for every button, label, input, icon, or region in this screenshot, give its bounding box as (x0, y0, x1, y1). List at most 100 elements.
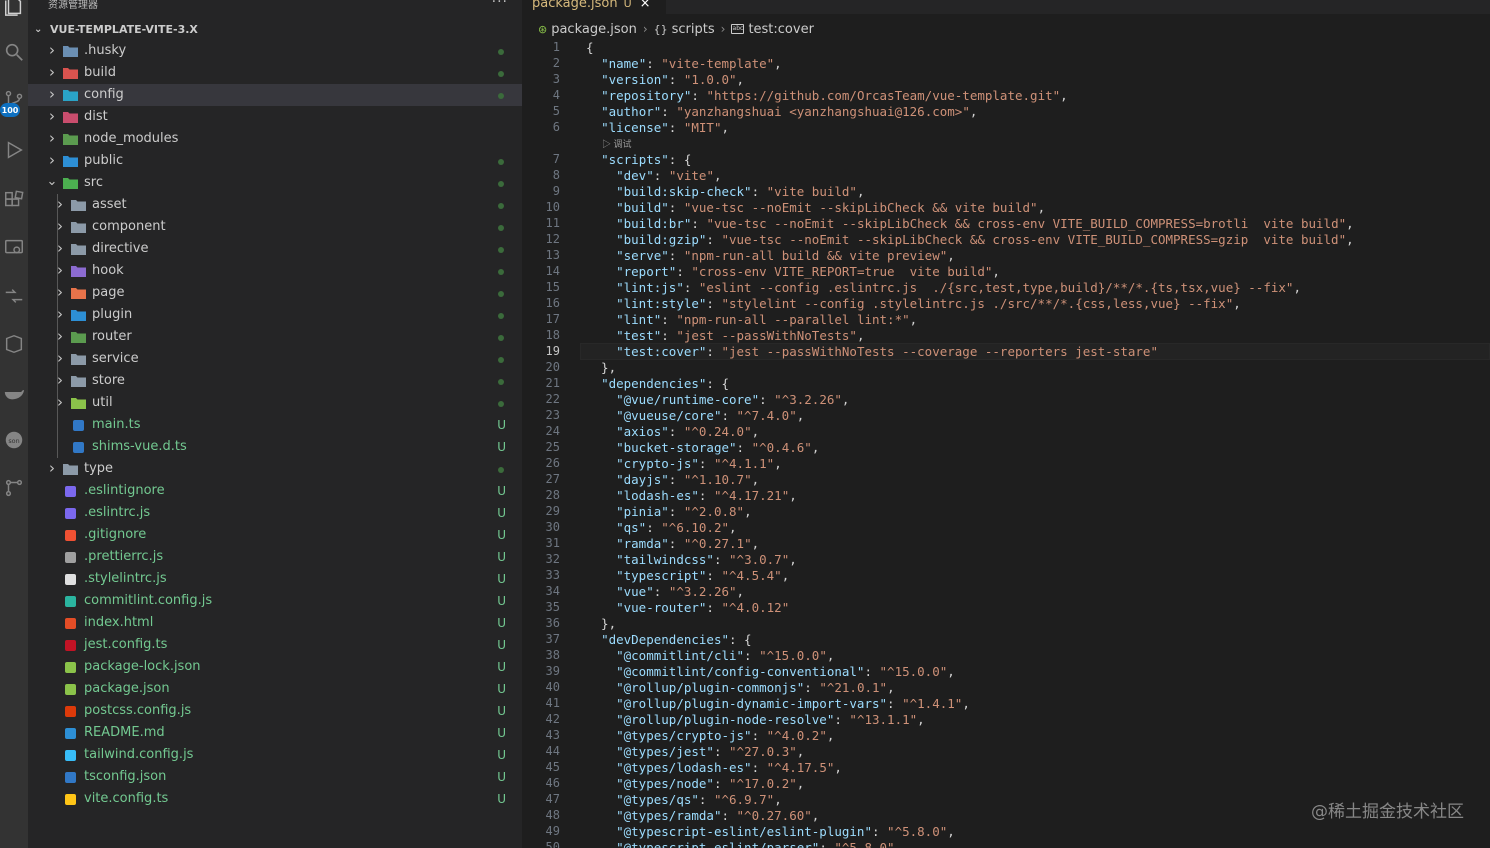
search-icon[interactable] (0, 32, 28, 72)
chevron-right-icon[interactable]: › (54, 329, 66, 344)
chevron-down-icon[interactable]: ⌄ (46, 175, 58, 189)
code-line[interactable]: "@vueuse/core": "^7.4.0", (586, 408, 804, 424)
folder-item[interactable]: › build (28, 62, 522, 84)
extensions-icon[interactable] (0, 180, 28, 220)
folder-item[interactable]: › asset (28, 194, 522, 216)
code-line[interactable]: "build:skip-check": "vite build", (586, 184, 864, 200)
code-line[interactable]: "vue": "^3.2.26", (586, 584, 744, 600)
code-line[interactable]: "lint:js": "eslint --config .eslintrc.js… (586, 280, 1301, 296)
file-item[interactable]: shims-vue.d.ts U (28, 436, 522, 458)
chevron-right-icon[interactable]: › (46, 43, 58, 58)
file-item[interactable]: .gitignore U (28, 524, 522, 546)
folder-item[interactable]: › store (28, 370, 522, 392)
code-line[interactable]: "version": "1.0.0", (586, 72, 744, 88)
chevron-right-icon[interactable]: › (46, 109, 58, 124)
folder-item[interactable]: › hook (28, 260, 522, 282)
file-item[interactable]: index.html U (28, 612, 522, 634)
code-line[interactable]: "author": "yanzhangshuai <yanzhangshuai@… (586, 104, 977, 120)
folder-item[interactable]: › node_modules (28, 128, 522, 150)
code-line[interactable]: }, (586, 360, 616, 376)
folder-item[interactable]: › dist (28, 106, 522, 128)
chevron-right-icon[interactable]: › (46, 461, 58, 476)
explorer-icon[interactable] (0, 0, 28, 26)
code-line[interactable]: "test:cover": "jest --passWithNoTests --… (586, 344, 1158, 360)
code-line[interactable]: "build": "vue-tsc --noEmit --skipLibChec… (586, 200, 1045, 216)
code-line[interactable]: "test": "jest --passWithNoTests", (586, 328, 864, 344)
file-item[interactable]: package-lock.json U (28, 656, 522, 678)
workspace-section-title[interactable]: ⌄ VUE-TEMPLATE-VITE-3.X (28, 18, 522, 40)
code-line[interactable]: "serve": "npm-run-all build && vite prev… (586, 248, 955, 264)
code-line[interactable]: "dayjs": "^1.10.7", (586, 472, 759, 488)
code-line[interactable]: "@typescript-eslint/parser": "^5.8.0", (586, 840, 902, 848)
file-item[interactable]: .stylelintrc.js U (28, 568, 522, 590)
json-icon[interactable]: son (0, 420, 28, 460)
folder-item[interactable]: › service (28, 348, 522, 370)
code-line[interactable]: "@vue/runtime-core": "^3.2.26", (586, 392, 849, 408)
code-line[interactable]: "@typescript-eslint/eslint-plugin": "^5.… (586, 824, 955, 840)
breadcrumb-file[interactable]: package.json (551, 22, 637, 37)
code-line[interactable]: "tailwindcss": "^3.0.7", (586, 552, 797, 568)
code-line[interactable]: }, (586, 616, 616, 632)
code-line[interactable]: "pinia": "^2.0.8", (586, 504, 752, 520)
git-graph-icon[interactable] (0, 468, 28, 508)
file-item[interactable]: jest.config.ts U (28, 634, 522, 656)
folder-item[interactable]: › config (28, 84, 522, 106)
chevron-right-icon[interactable]: › (46, 131, 58, 146)
code-line[interactable]: "bucket-storage": "^0.4.6", (586, 440, 819, 456)
code-line[interactable]: "@types/node": "^17.0.2", (586, 776, 804, 792)
folder-item[interactable]: › component (28, 216, 522, 238)
code-line[interactable]: "typescript": "^4.5.4", (586, 568, 789, 584)
live-share-icon[interactable] (0, 276, 28, 316)
file-item[interactable]: .prettierrc.js U (28, 546, 522, 568)
code-line[interactable]: "dev": "vite", (586, 168, 721, 184)
breadcrumb-scripts[interactable]: scripts (672, 22, 715, 37)
folder-item[interactable]: › router (28, 326, 522, 348)
more-actions-icon[interactable]: ··· (492, 0, 508, 10)
code-line[interactable]: "@types/lodash-es": "^4.17.5", (586, 760, 842, 776)
chevron-right-icon[interactable]: › (54, 395, 66, 410)
code-line[interactable]: "build:gzip": "vue-tsc --noEmit --skipLi… (586, 232, 1354, 248)
folder-item[interactable]: › type (28, 458, 522, 480)
file-item[interactable]: .eslintrc.js U (28, 502, 522, 524)
file-item[interactable]: tailwind.config.js U (28, 744, 522, 766)
code-line[interactable]: "scripts": { (586, 152, 691, 168)
folder-item[interactable]: › page (28, 282, 522, 304)
chevron-right-icon[interactable]: › (46, 87, 58, 102)
code-line[interactable]: "ramda": "^0.27.1", (586, 536, 759, 552)
docker-icon[interactable] (0, 372, 28, 412)
folder-item[interactable]: › plugin (28, 304, 522, 326)
chevron-right-icon[interactable]: › (46, 153, 58, 168)
code-line[interactable]: "lint": "npm-run-all --parallel lint:*", (586, 312, 917, 328)
folder-item[interactable]: › public (28, 150, 522, 172)
file-item[interactable]: README.md U (28, 722, 522, 744)
code-line[interactable]: "report": "cross-env VITE_REPORT=true vi… (586, 264, 1000, 280)
chevron-right-icon[interactable]: › (46, 65, 58, 80)
file-item[interactable]: tsconfig.json U (28, 766, 522, 788)
run-debug-icon[interactable] (0, 130, 28, 170)
close-icon[interactable]: × (640, 0, 651, 11)
remote-explorer-icon[interactable] (0, 228, 28, 268)
chevron-right-icon[interactable]: › (54, 351, 66, 366)
code-line[interactable]: "crypto-js": "^4.1.1", (586, 456, 782, 472)
gitlens-icon[interactable] (0, 324, 28, 364)
code-line[interactable]: "axios": "^0.24.0", (586, 424, 759, 440)
chevron-right-icon[interactable]: › (54, 373, 66, 388)
code-line[interactable]: "@types/ramda": "^0.27.60", (586, 808, 819, 824)
code-line[interactable]: "@rollup/plugin-node-resolve": "^13.1.1"… (586, 712, 925, 728)
breadcrumb-leaf[interactable]: test:cover (748, 22, 813, 37)
tab-package-json[interactable]: package.json U × (522, 0, 666, 14)
chevron-right-icon[interactable]: › (54, 219, 66, 234)
code-line[interactable]: "license": "MIT", (586, 120, 729, 136)
code-line[interactable]: "@commitlint/cli": "^15.0.0", (586, 648, 834, 664)
file-item[interactable]: postcss.config.js U (28, 700, 522, 722)
chevron-right-icon[interactable]: › (54, 263, 66, 278)
file-item[interactable]: main.ts U (28, 414, 522, 436)
chevron-right-icon[interactable]: › (54, 307, 66, 322)
code-line[interactable]: "@types/jest": "^27.0.3", (586, 744, 804, 760)
code-line[interactable]: "@types/qs": "^6.9.7", (586, 792, 782, 808)
folder-item[interactable]: ⌄ src (28, 172, 522, 194)
code-line[interactable]: "name": "vite-template", (586, 56, 782, 72)
code-line[interactable]: "lodash-es": "^4.17.21", (586, 488, 797, 504)
file-item[interactable]: .eslintignore U (28, 480, 522, 502)
file-item[interactable]: vite.config.ts U (28, 788, 522, 810)
